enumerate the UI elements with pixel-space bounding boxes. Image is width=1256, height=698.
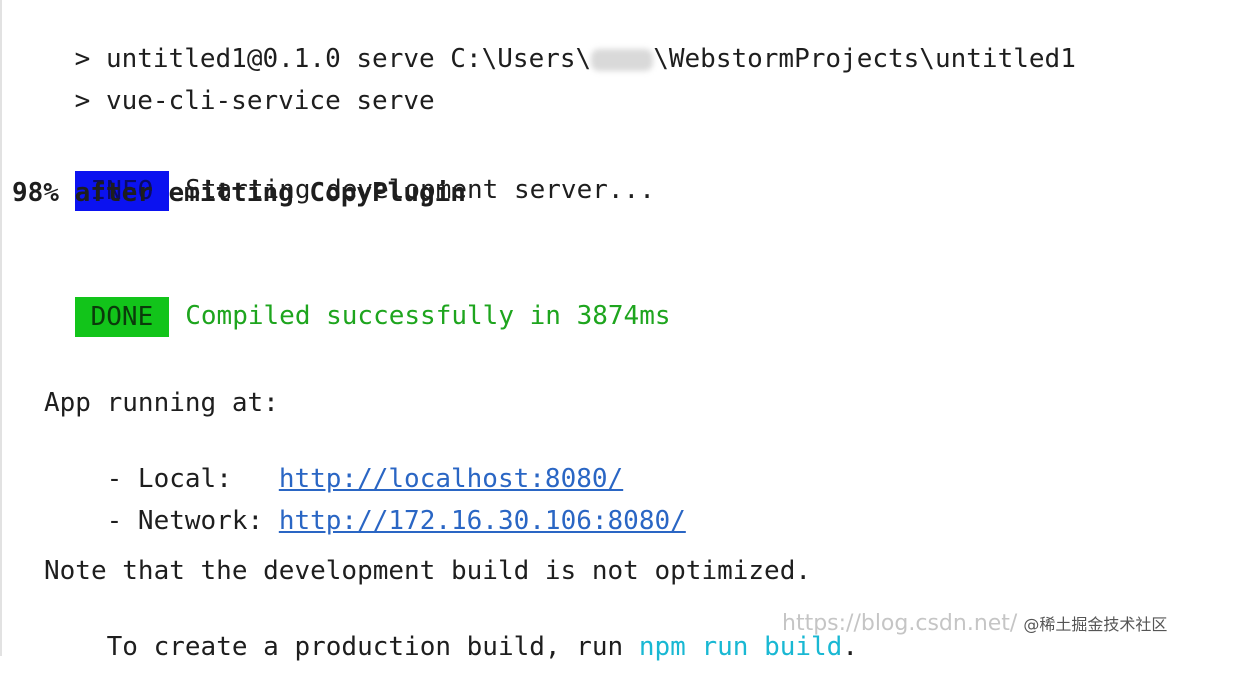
network-label: - Network: xyxy=(106,506,279,536)
command-line-1: > untitled1@0.1.0 serve C:\Users\ \Websto… xyxy=(12,8,1076,74)
redacted-username xyxy=(591,48,654,71)
command-line-2: > vue-cli-service serve xyxy=(12,50,435,116)
prompt-symbol: > xyxy=(74,86,106,116)
compiled-message: Compiled successfully in 3874ms xyxy=(185,301,671,331)
done-badge: DONE xyxy=(74,296,170,337)
network-url-link[interactable]: http://172.16.30.106:8080/ xyxy=(279,506,686,536)
serve-command-path-end: \WebstormProjects\untitled1 xyxy=(653,44,1076,74)
terminal-output: > untitled1@0.1.0 serve C:\Users\ \Websto… xyxy=(0,0,1256,662)
network-url-line: - Network: http://172.16.30.106:8080/ xyxy=(44,470,686,536)
watermark-url: https://blog.csdn.net/ xyxy=(782,611,1018,636)
note-line: Note that the development build is not o… xyxy=(44,556,812,586)
production-build-line: To create a production build, run npm ru… xyxy=(44,596,858,662)
watermark: https://blog.csdn.net/ @稀土掘金技术社区 xyxy=(782,604,1167,644)
production-build-text: To create a production build, run xyxy=(106,632,639,662)
vue-cli-command: vue-cli-service serve xyxy=(105,86,435,116)
done-line: DONE Compiled successfully in 3874ms xyxy=(12,256,671,337)
progress-line: 98% after emitting CopyPlugin xyxy=(12,178,466,208)
local-url-line: - Local: http://localhost:8080/ xyxy=(44,428,624,494)
watermark-site: @稀土掘金技术社区 xyxy=(1023,615,1168,634)
app-running-label: App running at: xyxy=(44,388,279,418)
info-line: INFO Starting development server... xyxy=(12,130,655,211)
